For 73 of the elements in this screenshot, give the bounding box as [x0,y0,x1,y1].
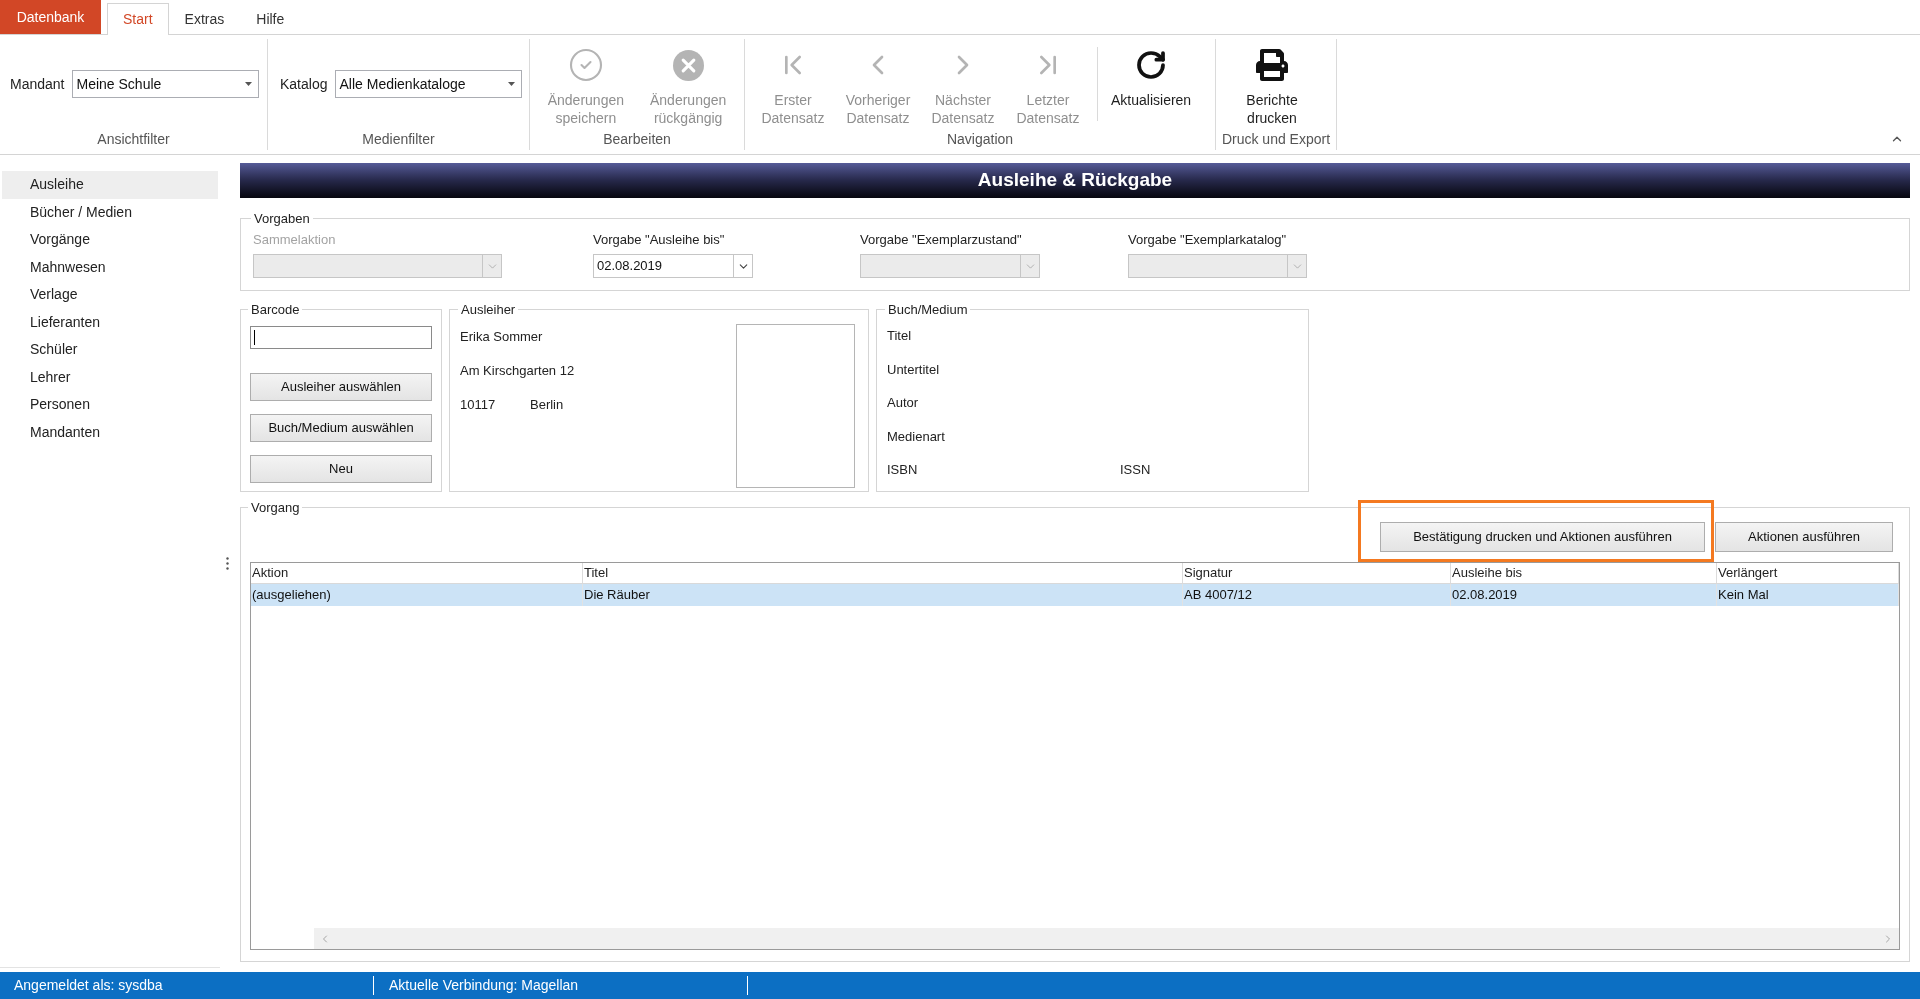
ribbon-button[interactable]: Berichte drucken [1230,45,1314,127]
ribbon-button[interactable]: Aktualisieren [1105,45,1198,109]
splitter-handle-icon[interactable] [225,557,229,570]
column-header[interactable]: Titel [583,563,1183,583]
ribbon-tab[interactable]: Hilfe [240,3,301,35]
barcode-input[interactable] [250,326,432,349]
file-menu-tab[interactable]: Datenbank [0,0,101,34]
column-header[interactable]: Signatur [1183,563,1451,583]
sidebar-item[interactable]: Verlage [2,281,218,309]
group-label: Vorgaben [253,211,311,226]
table-row[interactable]: (ausgeliehen) Die Räuber AB 4007/12 02.08.2019 Kein Mal [251,584,1899,606]
group-label: Ansichtfilter [97,130,170,149]
dropdown-field[interactable]: Meine Schule [72,70,260,98]
group-label: Ausleiher [460,302,517,317]
form-button[interactable]: Ausleiher auswählen [250,373,432,401]
field-label: Titel [887,328,912,343]
table-cell: 02.08.2019 [1451,584,1717,606]
refresh-icon [1135,49,1168,81]
form-button[interactable]: Aktionen ausführen [1715,522,1893,552]
group-label: Medienfilter [362,130,435,149]
horizontal-scrollbar[interactable] [314,928,1899,949]
field-label: Mandant [10,74,65,94]
table-cell: Die Räuber [583,584,1183,606]
field-label: Vorgabe "Ausleihe bis" [593,232,725,247]
ribbon-tab[interactable]: Extras [168,3,241,35]
column-header[interactable]: Aktion [251,563,583,583]
column-header[interactable]: Ausleihe bis [1451,563,1717,583]
column-header[interactable]: Verlängert [1717,563,1899,583]
dropdown-arrow-icon [245,82,253,86]
group-label: Navigation [946,130,1014,149]
group-label: Bearbeiten [603,130,671,149]
group-label: Buch/Medium [887,302,969,317]
sidebar-item[interactable]: Personen [2,391,218,419]
form-button[interactable]: Buch/Medium auswählen [250,414,432,442]
table-cell: (ausgeliehen) [251,584,583,606]
field-label: Untertitel [887,361,940,377]
field-label: Vorgabe "Exemplarzustand" [860,232,1022,247]
borrower-zip: 10117 [460,397,496,412]
dropdown-field[interactable]: Alle Medienkataloge [335,70,523,98]
table-cell: Kein Mal [1717,584,1899,606]
sidebar-item[interactable]: Lieferanten [2,308,218,336]
form-button[interactable]: Neu [250,455,432,483]
check-circle-icon [567,47,604,83]
borrower-street: Am Kirschgarten 12 [460,363,575,379]
dropdown-field[interactable]: 02.08.2019 [593,254,753,278]
sidebar-item[interactable]: Vorgänge [2,226,218,254]
table-cell: AB 4007/12 [1183,584,1451,606]
field-label: Vorgabe "Exemplarkatalog" [1128,232,1287,247]
form-button[interactable]: Bestätigung drucken und Aktionen ausführen [1380,522,1705,552]
group-label: Vorgang [250,500,301,515]
sidebar-item[interactable]: Ausleihe [2,171,218,199]
ribbon-tab[interactable]: Start [107,3,169,35]
borrower-name: Erika Sommer [460,329,543,345]
sidebar-item[interactable]: Schüler [2,336,218,364]
borrower-city: Berlin [530,397,564,413]
sidebar-item[interactable]: Lehrer [2,363,218,391]
panel-title-bar: Ausleihe & Rückgabe [240,163,1910,198]
sidebar-item[interactable]: Mandanten [2,418,218,446]
field-label: Sammelaktion [253,232,336,247]
dropdown-arrow-icon [508,82,516,86]
printer-icon [1256,49,1288,81]
field-label: ISSN [1120,462,1151,477]
group-label: Druck und Export [1221,130,1331,149]
status-text: Aktuelle Verbindung: Magellan [388,976,580,995]
status-text: Angemeldet als: sysdba [13,976,164,995]
sidebar-item[interactable]: Bücher / Medien [2,198,218,226]
field-label: ISBN [887,462,918,477]
field-label: Autor [887,395,919,410]
field-label: Katalog [280,74,328,94]
field-label: Medienart [887,428,945,444]
sidebar-item[interactable]: Mahnwesen [2,253,218,281]
x-circle-icon [672,49,704,81]
group-label: Barcode [250,302,301,317]
